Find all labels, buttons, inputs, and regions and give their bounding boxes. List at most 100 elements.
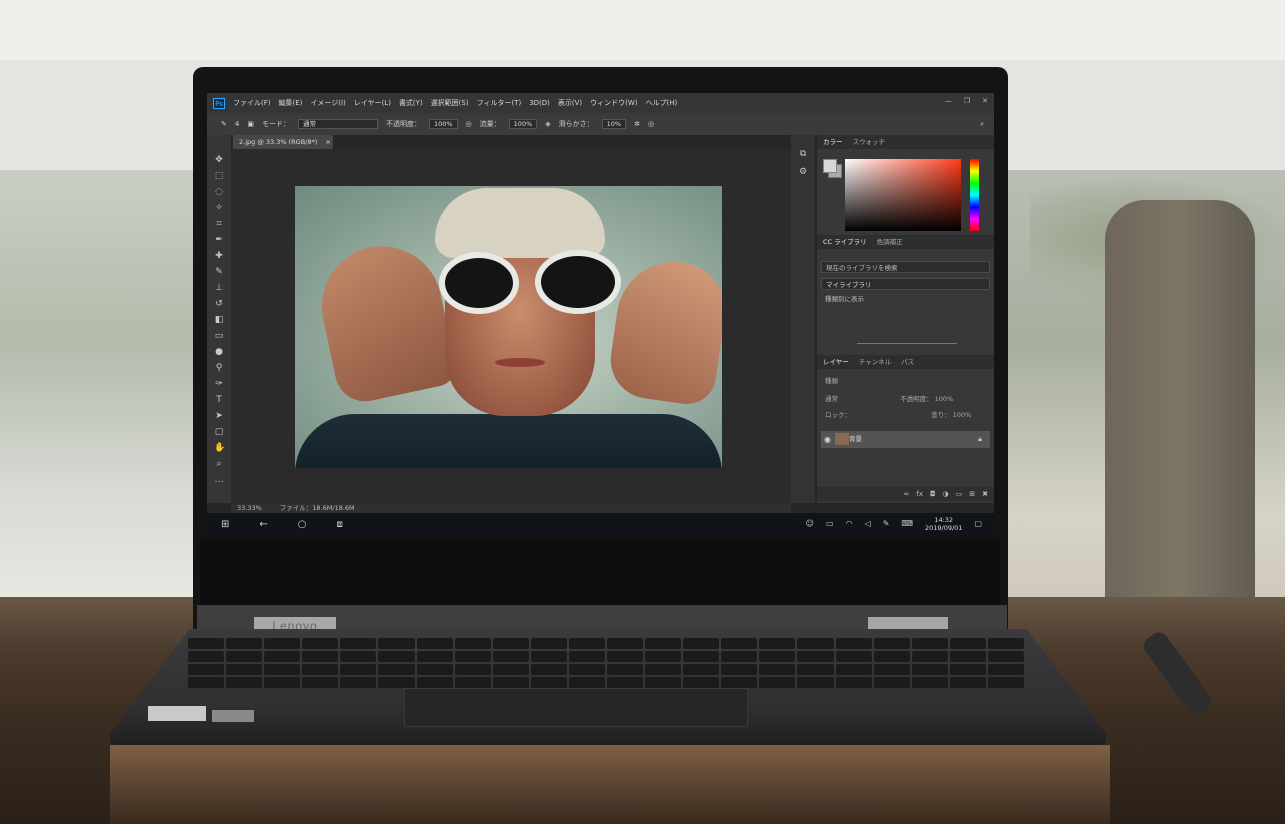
pressure-opacity-icon[interactable]: ◎ bbox=[466, 120, 472, 128]
keyboard-key bbox=[530, 664, 567, 675]
type-tool-icon[interactable]: T bbox=[214, 395, 224, 405]
notifications-icon[interactable]: ▢ bbox=[974, 520, 982, 528]
rectangle-tool-icon[interactable]: ▢ bbox=[214, 427, 224, 437]
lock-icon[interactable]: 🔒︎ bbox=[978, 431, 982, 448]
menu-window[interactable]: ウィンドウ(W) bbox=[590, 99, 637, 107]
smoothing-field[interactable]: 10% bbox=[601, 118, 627, 130]
group-folder-icon[interactable]: ▭ bbox=[956, 490, 963, 498]
task-view-icon[interactable]: ⧈ bbox=[337, 519, 343, 530]
brush-size[interactable]: 4 bbox=[235, 120, 239, 128]
volume-icon[interactable]: ◁ bbox=[865, 520, 871, 528]
document-tab[interactable]: 2.jpg @ 33.3% (RGB/8*) × bbox=[233, 135, 333, 149]
airbrush-icon[interactable]: ◈ bbox=[545, 120, 550, 128]
library-panel-tabs: CC ライブラリ 色調補正 bbox=[817, 235, 994, 249]
zoom-level[interactable]: 33.33% bbox=[237, 505, 262, 512]
brush-panel-icon[interactable]: ▣ bbox=[247, 120, 254, 128]
brush-tool-icon[interactable]: ✎ bbox=[214, 267, 224, 277]
history-panel-icon[interactable]: ⧉ bbox=[798, 149, 808, 159]
menu-layer[interactable]: レイヤー(L) bbox=[354, 99, 391, 107]
pressure-size-icon[interactable]: ◎ bbox=[648, 120, 654, 128]
layer-opacity-field[interactable]: 100% bbox=[935, 395, 954, 403]
brush-tool-icon[interactable]: ✎ bbox=[221, 120, 227, 128]
mask-icon[interactable]: ◘ bbox=[930, 490, 936, 498]
minimize-button[interactable]: — bbox=[945, 98, 952, 105]
menu-select[interactable]: 選択範囲(S) bbox=[431, 99, 469, 107]
tab-swatches[interactable]: スウォッチ bbox=[853, 139, 886, 146]
menu-3d[interactable]: 3D(D) bbox=[529, 99, 550, 107]
back-arrow-icon[interactable]: ← bbox=[259, 519, 267, 530]
healing-tool-icon[interactable]: ✚ bbox=[214, 251, 224, 261]
keyboard-icon[interactable]: ⌨ bbox=[901, 520, 913, 528]
more-tools-icon[interactable]: … bbox=[214, 475, 224, 485]
layer-row-background[interactable]: ◉ 背景 🔒︎ bbox=[821, 431, 990, 448]
mode-select[interactable]: 通常 bbox=[297, 118, 378, 130]
blur-tool-icon[interactable]: ● bbox=[214, 347, 224, 357]
menu-filter[interactable]: フィルター(T) bbox=[477, 99, 522, 107]
pen-tool-icon[interactable]: ✑ bbox=[214, 379, 224, 389]
menu-type[interactable]: 書式(Y) bbox=[399, 99, 423, 107]
properties-panel-icon[interactable]: ⚙ bbox=[798, 167, 808, 177]
battery-icon[interactable]: ▭ bbox=[826, 520, 834, 528]
new-layer-icon[interactable]: ⊞ bbox=[969, 490, 975, 498]
restore-button[interactable]: ❐ bbox=[964, 98, 970, 105]
tab-color[interactable]: カラー bbox=[823, 139, 843, 146]
cortana-circle-icon[interactable]: ○ bbox=[298, 519, 307, 530]
keyboard-key bbox=[606, 664, 644, 675]
pen-workspace-icon[interactable]: ✎ bbox=[883, 520, 890, 528]
search-icon[interactable]: ⌕ bbox=[980, 120, 984, 128]
wifi-icon[interactable]: ◠ bbox=[846, 520, 853, 528]
link-layers-icon[interactable]: ∞ bbox=[904, 490, 910, 498]
tab-adjustments[interactable]: 色調補正 bbox=[877, 239, 903, 246]
path-select-tool-icon[interactable]: ➤ bbox=[214, 411, 224, 421]
hand-tool-icon[interactable]: ✋ bbox=[214, 443, 225, 453]
marquee-tool-icon[interactable]: ⬚ bbox=[214, 171, 224, 181]
table-reflection bbox=[110, 745, 1110, 824]
close-button[interactable]: ✕ bbox=[982, 98, 988, 105]
tab-channels[interactable]: チャンネル bbox=[859, 359, 891, 366]
tab-layers[interactable]: レイヤー bbox=[823, 359, 849, 366]
document-close-icon[interactable]: × bbox=[325, 138, 330, 146]
color-field[interactable] bbox=[845, 159, 961, 231]
people-icon[interactable]: ☺ bbox=[806, 520, 814, 528]
menu-view[interactable]: 表示(V) bbox=[558, 99, 582, 107]
library-select[interactable]: マイライブラリ bbox=[821, 278, 990, 290]
menu-edit[interactable]: 編集(E) bbox=[279, 99, 303, 107]
history-brush-icon[interactable]: ↺ bbox=[214, 299, 224, 309]
file-info[interactable]: ファイル：18.6M/18.6M bbox=[280, 505, 355, 512]
edited-photo[interactable] bbox=[295, 186, 722, 468]
layer-kind-filter[interactable]: 種類 bbox=[821, 375, 990, 387]
hue-slider[interactable] bbox=[970, 159, 979, 231]
stamp-tool-icon[interactable]: ⊥ bbox=[214, 283, 224, 293]
crop-tool-icon[interactable]: ⌗ bbox=[214, 219, 224, 229]
start-windows-icon[interactable]: ⊞ bbox=[221, 519, 229, 530]
blend-mode-select[interactable]: 通常 bbox=[825, 395, 838, 403]
dodge-tool-icon[interactable]: ⚲ bbox=[214, 363, 224, 373]
zoom-tool-icon[interactable]: ⌕ bbox=[214, 459, 224, 469]
clock[interactable]: 14:32 2019/09/01 bbox=[925, 516, 962, 532]
foreground-color-swatch[interactable] bbox=[823, 159, 837, 173]
adjustment-icon[interactable]: ◑ bbox=[943, 490, 949, 498]
menu-file[interactable]: ファイル(F) bbox=[233, 99, 271, 107]
eyedropper-tool-icon[interactable]: ✒ bbox=[214, 235, 224, 245]
tab-cc-libraries[interactable]: CC ライブラリ bbox=[823, 239, 867, 246]
eraser-tool-icon[interactable]: ◧ bbox=[214, 315, 224, 325]
fx-icon[interactable]: fx bbox=[916, 490, 923, 498]
flow-field[interactable]: 100% bbox=[508, 118, 538, 130]
menu-image[interactable]: イメージ(I) bbox=[310, 99, 345, 107]
move-tool-icon[interactable]: ✥ bbox=[214, 155, 224, 165]
library-view-toggle[interactable]: 種類別に表示 bbox=[821, 293, 990, 305]
canvas-area[interactable] bbox=[231, 149, 791, 503]
trash-icon[interactable]: ✖ bbox=[982, 490, 988, 498]
visibility-eye-icon[interactable]: ◉ bbox=[824, 431, 831, 448]
lasso-tool-icon[interactable]: ◌ bbox=[214, 187, 224, 197]
quick-select-tool-icon[interactable]: ✧ bbox=[214, 203, 224, 213]
opacity-field[interactable]: 100% bbox=[428, 118, 458, 130]
keyboard-key bbox=[645, 651, 682, 662]
settings-gear-icon[interactable]: ✲ bbox=[634, 120, 640, 128]
fill-field[interactable]: 100% bbox=[953, 411, 972, 419]
menu-help[interactable]: ヘルプ(H) bbox=[646, 99, 678, 107]
tab-paths[interactable]: パス bbox=[901, 359, 914, 366]
keyboard-key bbox=[645, 664, 682, 675]
library-search-input[interactable]: 現在のライブラリを検索 bbox=[821, 261, 990, 273]
gradient-tool-icon[interactable]: ▭ bbox=[214, 331, 224, 341]
